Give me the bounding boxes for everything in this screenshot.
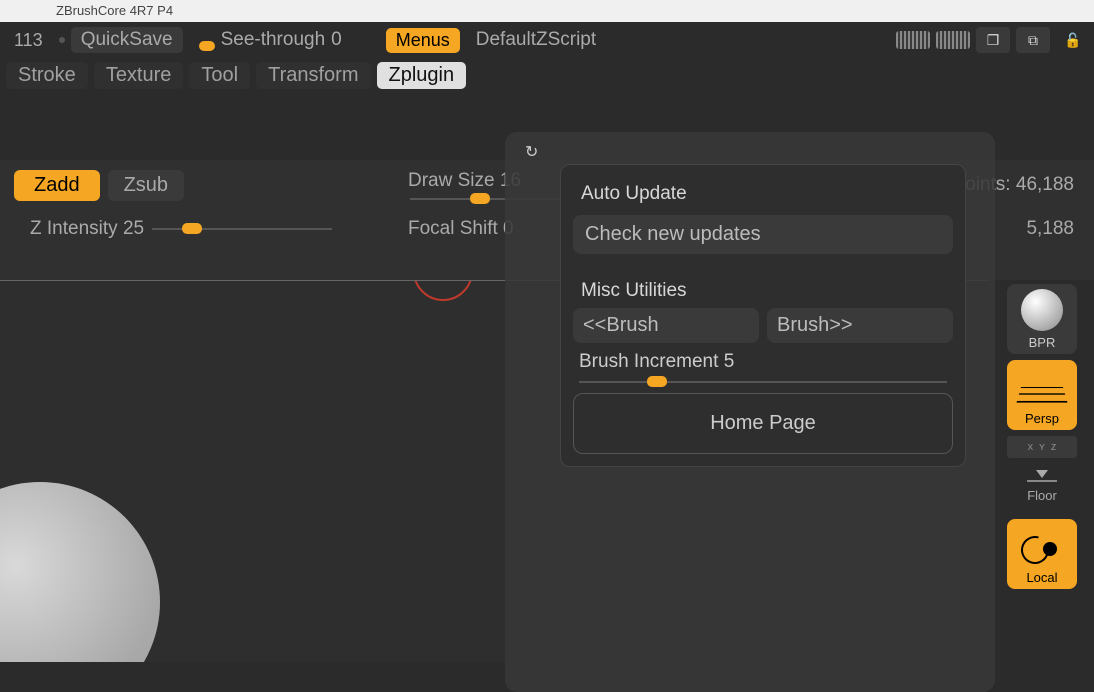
see-through-slider[interactable]: See-through 0 <box>189 27 352 53</box>
sphere-icon <box>1021 289 1063 331</box>
slider-handle-icon <box>199 41 215 51</box>
focal-shift-label: Focal Shift <box>408 218 498 240</box>
z-intensity-value: 25 <box>123 218 144 240</box>
layers-icon[interactable]: ❐ <box>976 27 1010 53</box>
reload-icon[interactable]: ↺ <box>525 142 538 162</box>
menus-toggle[interactable]: Menus <box>386 28 460 53</box>
default-zscript-button[interactable]: DefaultZScript <box>466 27 606 53</box>
draw-size-label: Draw Size <box>408 170 495 192</box>
top-toolbar: 113 QuickSave See-through 0 Menus Defaul… <box>0 22 1094 58</box>
misc-utilities-section-title: Misc Utilities <box>573 274 953 308</box>
see-through-label: See-through <box>221 29 326 51</box>
z-intensity-label: Z Intensity <box>30 218 118 240</box>
floor-label: Floor <box>1027 484 1057 507</box>
menu-zplugin[interactable]: Zplugin <box>377 62 467 89</box>
main-area: Zadd Zsub Z Intensity 25 Draw Size 16 Fo… <box>0 92 1094 662</box>
slider-knob-icon[interactable] <box>470 193 490 204</box>
layers-icon-2[interactable]: ⧉ <box>1016 27 1050 53</box>
total-points-value: 5,188 <box>1026 218 1074 240</box>
zplugin-popup: Auto Update Check new updates Misc Utili… <box>560 164 966 467</box>
brush-increment-value: 5 <box>724 351 735 372</box>
see-through-value: 0 <box>331 29 342 51</box>
brush-increment-slider[interactable]: Brush Increment 5 <box>573 343 953 377</box>
menu-tool[interactable]: Tool <box>189 62 250 89</box>
menu-texture[interactable]: Texture <box>94 62 184 89</box>
quicksave-button[interactable]: QuickSave <box>71 27 183 53</box>
local-label: Local <box>1026 570 1057 585</box>
floor-button[interactable]: Floor <box>1027 464 1057 507</box>
z-intensity-slider[interactable]: Z Intensity 25 <box>30 218 380 240</box>
menu-bar: Stroke Texture Tool Transform Zplugin <box>0 58 1094 92</box>
lock-icon[interactable]: 🔓 <box>1056 27 1090 53</box>
dot-separator <box>59 37 65 43</box>
auto-update-section-title: Auto Update <box>573 177 953 211</box>
floor-line-icon <box>1027 480 1057 482</box>
brush-cursor-icon <box>413 280 473 301</box>
sculpt-object <box>0 482 160 662</box>
brush-increment-label: Brush Increment <box>579 351 718 372</box>
zsub-button[interactable]: Zsub <box>108 170 184 201</box>
persp-label: Persp <box>1025 411 1059 426</box>
persp-button[interactable]: Persp <box>1007 360 1077 430</box>
axis-indicator[interactable]: xʏz <box>1007 436 1077 458</box>
slider-knob-icon[interactable] <box>182 223 202 234</box>
local-orbit-icon <box>1021 536 1063 568</box>
zadd-button[interactable]: Zadd <box>14 170 100 201</box>
brush-next-button[interactable]: Brush>> <box>767 308 953 343</box>
bpr-label: BPR <box>1029 335 1056 350</box>
brush-prev-button[interactable]: <<Brush <box>573 308 759 343</box>
window-title-bar: ZBrushCore 4R7 P4 <box>0 0 1094 22</box>
drag-handle-icon[interactable] <box>896 31 930 49</box>
local-button[interactable]: Local <box>1007 519 1077 589</box>
home-page-button[interactable]: Home Page <box>573 393 953 454</box>
drag-handle-icon[interactable] <box>936 31 970 49</box>
menu-stroke[interactable]: Stroke <box>6 62 88 89</box>
menu-transform[interactable]: Transform <box>256 62 370 89</box>
active-points-value: 46,188 <box>1016 174 1074 195</box>
down-arrow-icon <box>1036 470 1048 478</box>
perspective-grid-icon <box>1015 385 1068 407</box>
bpr-button[interactable]: BPR <box>1007 284 1077 354</box>
slider-knob-icon[interactable] <box>647 376 667 387</box>
check-updates-button[interactable]: Check new updates <box>573 215 953 254</box>
right-sidebar: BPR Persp xʏz Floor Local <box>990 280 1094 662</box>
counter-value: 113 <box>4 28 53 53</box>
